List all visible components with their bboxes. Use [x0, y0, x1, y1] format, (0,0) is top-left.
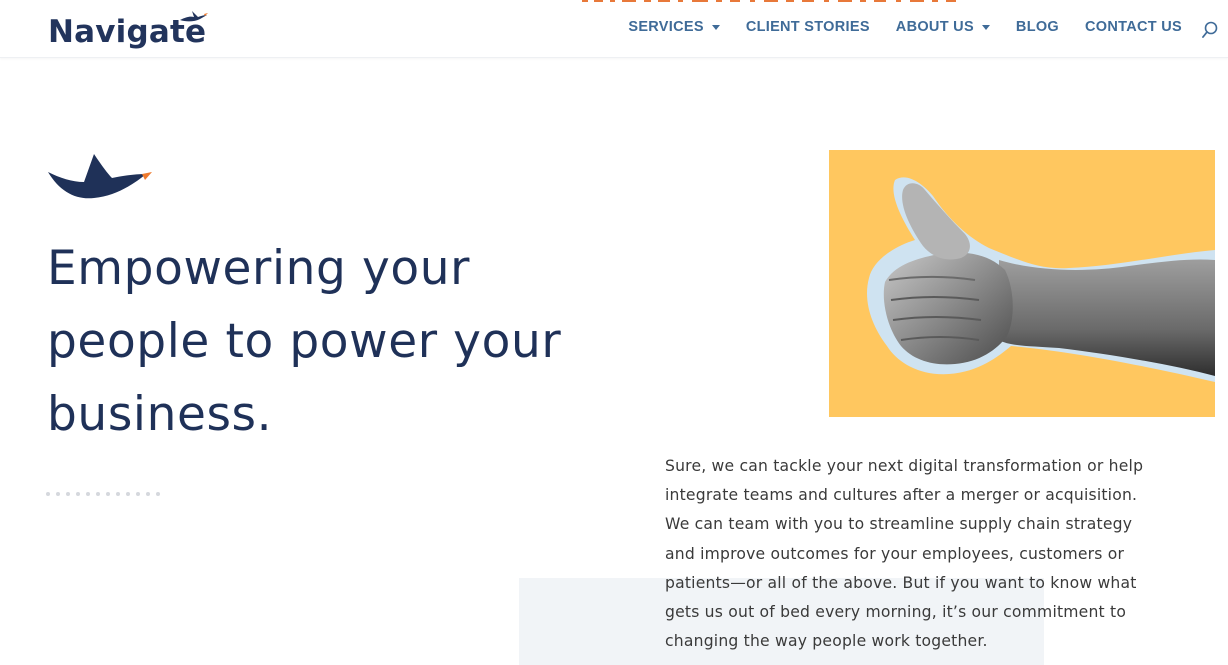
logo-bird-icon [180, 11, 208, 22]
intro-paragraph: Sure, we can tackle your next digital tr… [665, 457, 1144, 651]
hero-title-line-3: business. [47, 387, 273, 442]
nav-blog-label: BLOG [1015, 19, 1060, 35]
site-header: Navigate SERVICES CLIENT STORIES ABOUT U… [0, 0, 1228, 58]
thumbs-up-hand-photo [829, 150, 1215, 417]
nav-client-stories[interactable]: CLIENT STORIES [746, 19, 870, 35]
hero-title-line-2: people to power your [47, 314, 562, 369]
cropped-banner-remnant [580, 0, 980, 4]
chevron-down-icon [711, 24, 720, 30]
nav-client-stories-label: CLIENT STORIES [745, 19, 870, 35]
nav-about-us[interactable]: ABOUT US [896, 19, 990, 35]
page: Navigate SERVICES CLIENT STORIES ABOUT U… [0, 0, 1228, 665]
nav-blog[interactable]: BLOG [1016, 19, 1059, 35]
bird-icon [48, 154, 152, 199]
search-icon[interactable] [1202, 21, 1218, 39]
chevron-down-icon [981, 24, 990, 30]
hero-title: Empowering your people to power your bus… [47, 232, 647, 451]
hero-title-line-1: Empowering your [47, 241, 471, 296]
nav-services[interactable]: SERVICES [628, 19, 720, 35]
nav-about-us-label: ABOUT US [895, 19, 974, 35]
dotted-divider [46, 492, 166, 496]
nav-contact-us-label: CONTACT US [1085, 19, 1182, 35]
main-nav: SERVICES CLIENT STORIES ABOUT US BLOG CO… [602, 18, 1218, 39]
nav-services-label: SERVICES [628, 19, 704, 35]
nav-contact-us[interactable]: CONTACT US [1085, 19, 1182, 35]
